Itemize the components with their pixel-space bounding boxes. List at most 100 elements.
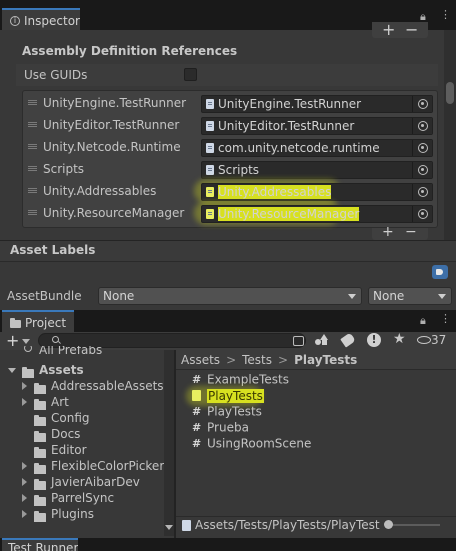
list-footer bbox=[372, 228, 428, 240]
folder-icon bbox=[22, 366, 34, 378]
file-item[interactable]: # UsingRoomScene bbox=[192, 436, 311, 452]
reference-field[interactable]: Scripts bbox=[201, 161, 433, 179]
inspector-scroll-thumb[interactable] bbox=[446, 82, 454, 104]
label-tag-icon[interactable] bbox=[432, 265, 448, 279]
drag-handle-icon[interactable] bbox=[28, 188, 37, 193]
tab-project[interactable]: Project bbox=[2, 310, 74, 332]
tree-item-label: JavierAibarDev bbox=[51, 475, 140, 489]
tree-item[interactable]: FlexibleColorPicker bbox=[0, 458, 164, 474]
reference-field[interactable]: UnityEditor.TestRunner bbox=[201, 117, 433, 135]
breadcrumb-item[interactable]: PlayTests bbox=[294, 353, 357, 367]
folder-icon bbox=[34, 414, 46, 426]
hidden-count-badge[interactable]: 37 bbox=[417, 333, 446, 347]
tree-item[interactable]: AddressableAssetsD bbox=[0, 378, 164, 394]
file-item-label: UsingRoomScene bbox=[207, 436, 312, 451]
tree-item[interactable]: Plugins bbox=[0, 506, 164, 522]
folder-icon bbox=[34, 494, 46, 506]
asmdef-file-icon bbox=[206, 99, 214, 109]
collapse-arrow-icon[interactable] bbox=[22, 478, 27, 486]
breadcrumb-item[interactable]: Assets bbox=[181, 353, 220, 367]
folder-icon bbox=[34, 510, 46, 522]
reference-field[interactable]: Unity.ResourceManager bbox=[201, 205, 433, 223]
zoom-slider-handle[interactable] bbox=[384, 520, 393, 529]
menu-kebab-icon[interactable]: ⋮ bbox=[440, 8, 451, 21]
collapse-arrow-icon[interactable] bbox=[22, 510, 27, 518]
tree-scrollbar[interactable] bbox=[164, 350, 174, 536]
tab-test-runner[interactable]: Test Runner bbox=[2, 538, 78, 551]
asmdef-file-icon bbox=[182, 520, 191, 531]
filter-by-type-icon[interactable] bbox=[314, 334, 328, 347]
tree-item[interactable]: Config bbox=[0, 410, 164, 426]
eye-slash-icon bbox=[417, 336, 431, 344]
inspector-scrollbar[interactable] bbox=[444, 30, 456, 240]
folder-icon bbox=[34, 382, 46, 394]
scroll-down-arrow[interactable] bbox=[165, 525, 173, 530]
search-filter-icon[interactable] bbox=[293, 336, 304, 346]
remove-reference-button[interactable]: − bbox=[405, 225, 417, 239]
reference-field[interactable]: UnityEngine.TestRunner bbox=[201, 95, 433, 113]
file-item-label: ExampleTests bbox=[207, 372, 289, 387]
use-guids-checkbox[interactable] bbox=[184, 68, 197, 81]
object-picker-icon[interactable] bbox=[412, 206, 432, 222]
tree-item[interactable]: JavierAibarDev bbox=[0, 474, 164, 490]
tab-inspector[interactable]: i Inspector bbox=[2, 8, 80, 30]
remove-top-button[interactable]: − bbox=[405, 20, 418, 39]
reference-name: Scripts bbox=[43, 162, 85, 176]
reference-value: Scripts bbox=[218, 163, 260, 177]
reference-field[interactable]: com.unity.netcode.runtime bbox=[201, 139, 433, 157]
reference-field[interactable]: Unity.Addressables bbox=[201, 183, 433, 201]
drag-handle-icon[interactable] bbox=[28, 144, 37, 149]
breadcrumb-item[interactable]: Tests bbox=[242, 353, 272, 367]
assetbundle-dropdown[interactable]: None bbox=[98, 287, 362, 305]
error-filter-icon[interactable]: ! bbox=[367, 333, 381, 347]
drag-handle-icon[interactable] bbox=[28, 166, 37, 171]
csharp-script-icon: # bbox=[192, 372, 202, 386]
collapse-arrow-icon[interactable] bbox=[22, 462, 27, 470]
tree-item[interactable]: Editor bbox=[0, 442, 164, 458]
status-path: Assets/Tests/PlayTests/PlayTest bbox=[195, 518, 380, 532]
file-item-label: PlayTests bbox=[207, 404, 262, 419]
folder-icon bbox=[10, 317, 21, 328]
favorite-star-icon[interactable]: ★ bbox=[393, 331, 406, 347]
folder-icon bbox=[34, 446, 46, 458]
collapse-arrow-icon[interactable] bbox=[22, 398, 27, 406]
menu-kebab-icon[interactable]: ⋮ bbox=[440, 312, 451, 325]
file-item[interactable]: # PlayTests bbox=[192, 404, 262, 420]
assetbundle-value: None bbox=[103, 289, 135, 303]
tree-item[interactable]: ParrelSync bbox=[0, 490, 164, 506]
tree-item-label: Assets bbox=[39, 363, 84, 377]
section-title: Assembly Definition References bbox=[22, 44, 238, 58]
drag-handle-icon[interactable] bbox=[28, 210, 37, 215]
add-top-button[interactable]: + bbox=[382, 20, 395, 39]
object-picker-icon[interactable] bbox=[412, 184, 432, 200]
asmdef-file-icon bbox=[206, 209, 214, 219]
file-item[interactable]: # Prueba bbox=[192, 420, 249, 436]
reference-name: Unity.ResourceManager bbox=[43, 206, 185, 220]
drag-handle-icon[interactable] bbox=[28, 122, 37, 127]
tree-item-label: Editor bbox=[51, 443, 87, 457]
object-picker-icon[interactable] bbox=[412, 96, 432, 112]
object-picker-icon[interactable] bbox=[412, 162, 432, 178]
object-picker-icon[interactable] bbox=[412, 140, 432, 156]
drag-handle-icon[interactable] bbox=[28, 100, 37, 105]
variant-dropdown[interactable]: None bbox=[368, 287, 452, 305]
file-item[interactable]: PlayTests bbox=[192, 388, 264, 404]
file-item-label: Prueba bbox=[207, 420, 249, 435]
lock-icon[interactable]: 🔒︎ bbox=[420, 314, 426, 328]
chevron-down-icon bbox=[22, 339, 30, 344]
object-picker-icon[interactable] bbox=[412, 118, 432, 134]
zoom-slider-track[interactable] bbox=[388, 524, 440, 526]
hidden-count: 37 bbox=[431, 333, 447, 347]
collapse-arrow-icon[interactable] bbox=[22, 494, 27, 502]
asset-labels-title: Asset Labels bbox=[10, 243, 96, 257]
folder-icon bbox=[34, 430, 46, 442]
expand-arrow-icon[interactable] bbox=[8, 368, 16, 373]
reference-value: Unity.ResourceManager bbox=[218, 207, 360, 221]
reference-name: Unity.Netcode.Runtime bbox=[43, 140, 181, 154]
tree-item[interactable]: Docs bbox=[0, 426, 164, 442]
tree-item[interactable]: Art bbox=[0, 394, 164, 410]
collapse-arrow-icon[interactable] bbox=[22, 382, 27, 390]
add-reference-button[interactable]: + bbox=[382, 225, 394, 239]
tree-item[interactable]: Assets bbox=[0, 362, 164, 378]
tree-item[interactable]: All Prefabs bbox=[0, 346, 164, 362]
